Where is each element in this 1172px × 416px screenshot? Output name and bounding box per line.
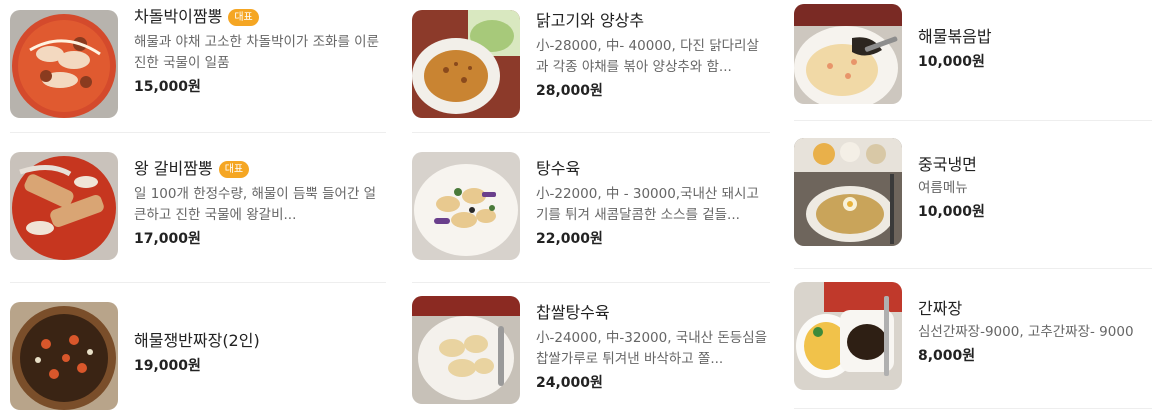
menu-item-desc: 小-24000, 中-32000, 국내산 돈등심을 찹쌀가루로 튀겨낸 바삭하… — [536, 330, 768, 367]
signature-badge: 대표 — [228, 9, 259, 26]
menu-item-desc: 해물과 야채 고소한 차돌박이가 조화를 이룬 진한 국물이 일품 — [134, 34, 380, 71]
menu-item-desc: 小-22000, 中 - 30000,국내산 돼시고기를 튀겨 새콤달콤한 소스… — [536, 186, 759, 223]
menu-item[interactable]: 간짜장 심선간짜장-9000, 고추간짜장- 9000 8,000원 — [794, 282, 1152, 394]
signature-badge: 대표 — [218, 161, 250, 178]
menu-item-price: 15,000원 — [134, 79, 201, 95]
menu-item-name: 닭고기와 양상추 — [536, 11, 645, 30]
menu-item[interactable]: 해물쟁반짜장(2인) 19,000원 — [10, 302, 386, 410]
divider — [10, 132, 386, 133]
food-image — [794, 4, 902, 104]
divider — [10, 282, 386, 283]
menu-item-name: 중국냉면 — [918, 155, 977, 174]
menu-item-price: 8,000원 — [918, 348, 976, 364]
menu-item-price: 24,000원 — [536, 375, 603, 391]
food-image — [412, 152, 520, 260]
menu-item[interactable]: 해물볶음밥 10,000원 — [794, 4, 1152, 116]
food-image — [412, 296, 520, 404]
divider — [794, 268, 1152, 269]
divider — [794, 408, 1152, 409]
menu-item-desc: 일 100개 한정수량, 해물이 듬뿍 들어간 얼큰하고 진한 국물에 왕갈비.… — [134, 186, 377, 223]
menu-item-name: 해물쟁반짜장(2인) — [134, 331, 260, 350]
menu-item-price: 19,000원 — [134, 358, 201, 374]
food-image — [794, 138, 902, 246]
menu-item[interactable]: 차돌박이짬뽕 대표 해물과 야채 고소한 차돌박이가 조화를 이룬 진한 국물이 … — [10, 6, 386, 118]
menu-item[interactable]: 탕수육 小-22000, 中 - 30000,국내산 돼시고기를 튀겨 새콤달콤… — [412, 152, 770, 264]
food-image — [10, 10, 118, 118]
divider — [412, 132, 770, 133]
menu-item-price: 28,000원 — [536, 83, 603, 99]
menu-item-price: 10,000원 — [918, 204, 985, 220]
food-image — [10, 302, 118, 410]
menu-item[interactable]: 찹쌀탕수육 小-24000, 中-32000, 국내산 돈등심을 찹쌀가루로 튀… — [412, 296, 770, 408]
menu-item-name: 왕 갈비짬뽕 대표 — [134, 158, 386, 180]
menu-item-desc: 심선간짜장-9000, 고추간짜장- 9000 — [918, 324, 1134, 340]
menu-item[interactable]: 왕 갈비짬뽕 대표 일 100개 한정수량, 해물이 듬뿍 들어간 얼큰하고 진한… — [10, 152, 386, 264]
menu-item-name: 간짜장 — [918, 299, 963, 318]
menu-item-name: 찹쌀탕수육 — [536, 303, 610, 322]
food-image — [10, 152, 118, 260]
food-image — [794, 282, 902, 390]
menu-item-price: 22,000원 — [536, 231, 603, 247]
menu-item-price: 10,000원 — [918, 54, 985, 70]
menu-item-name: 탕수육 — [536, 159, 581, 178]
food-image — [412, 10, 520, 118]
divider — [794, 120, 1152, 121]
menu-item-name: 차돌박이짬뽕 대표 — [134, 6, 386, 28]
menu-item[interactable]: 닭고기와 양상추 小-28000, 中- 40000, 다진 닭다리살과 각종 … — [412, 6, 770, 118]
menu-item-price: 17,000원 — [134, 231, 201, 247]
menu-item-name: 해물볶음밥 — [918, 27, 992, 46]
menu-item-desc: 小-28000, 中- 40000, 다진 닭다리살과 각종 야채를 볶아 양상… — [536, 38, 759, 75]
menu-item-desc: 여름메뉴 — [918, 180, 968, 196]
divider — [412, 282, 770, 283]
menu-item[interactable]: 중국냉면 여름메뉴 10,000원 — [794, 138, 1152, 250]
